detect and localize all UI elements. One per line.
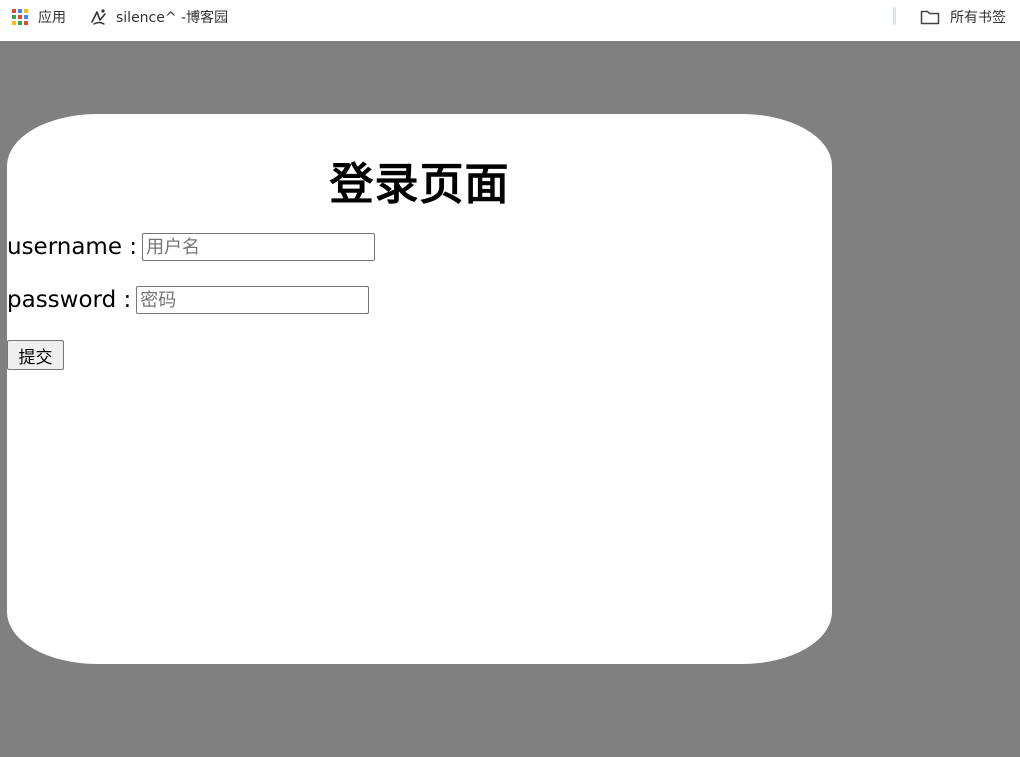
bookmark-blog[interactable]: silence^ -博客园: [90, 0, 228, 33]
cnblogs-icon: [91, 8, 106, 25]
bookmark-apps[interactable]: 应用: [12, 0, 66, 33]
folder-icon: [920, 10, 940, 24]
bookmark-all-label: 所有书签: [950, 9, 1006, 26]
bookmark-apps-label: 应用: [38, 9, 66, 26]
page-title: 登录页面: [329, 159, 510, 210]
bookmark-blog-label: silence^ -博客园: [116, 9, 229, 26]
apps-grid-icon: [12, 8, 28, 25]
bookmarks-divider: [893, 7, 896, 25]
bookmark-all[interactable]: 所有书签: [920, 0, 1006, 33]
password-label: password :: [7, 287, 132, 313]
submit-button[interactable]: 提交: [7, 340, 64, 370]
login-card: 登录页面 username : password : 提交: [7, 114, 832, 664]
password-input[interactable]: [136, 286, 370, 314]
password-row: password :: [7, 286, 370, 314]
username-label: username :: [7, 234, 138, 260]
bookmarks-bar: 应用 silence^ -博客园 所有书签: [0, 0, 1020, 41]
username-row: username :: [7, 233, 376, 261]
username-input[interactable]: [142, 233, 376, 261]
